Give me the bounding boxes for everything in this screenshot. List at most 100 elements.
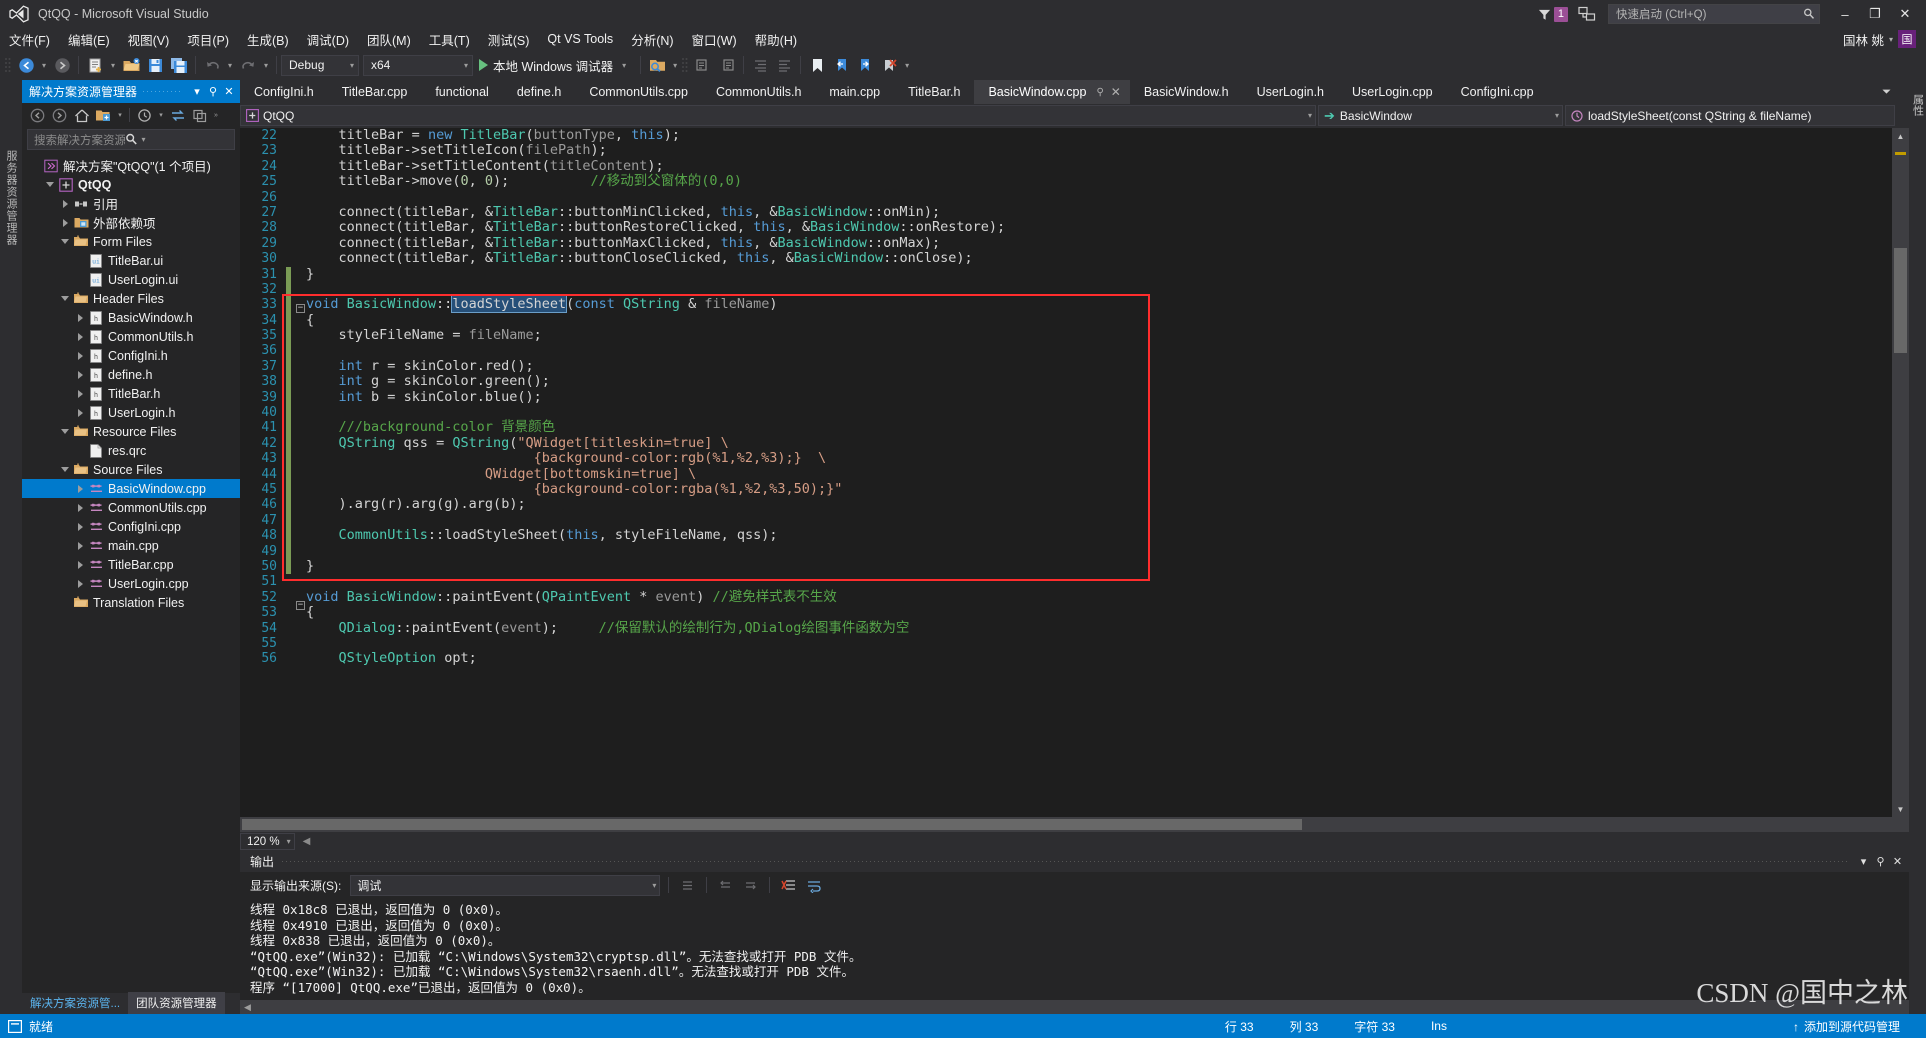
code-line[interactable]: 51 — [240, 574, 1892, 589]
collapse-arrow-icon[interactable] — [58, 296, 72, 301]
undo-icon[interactable] — [200, 53, 224, 77]
tree-item-res.qrc[interactable]: res.qrc — [22, 441, 240, 460]
scroll-thumb[interactable] — [242, 819, 1302, 830]
editor-tab-define-h[interactable]: define.h — [503, 80, 575, 104]
forward-icon[interactable] — [49, 105, 70, 125]
editor-tab-main-cpp[interactable]: main.cpp — [815, 80, 894, 104]
code-line[interactable]: 52 void BasicWindow::paintEvent(QPaintEve… — [240, 589, 1892, 605]
tree-item-configini.cpp[interactable]: ConfigIni.cpp — [22, 517, 240, 536]
code-line[interactable]: 47 — [240, 512, 1892, 529]
menu-item-tools[interactable]: 工具(T) — [420, 28, 479, 51]
code-line[interactable]: 25 titleBar->move(0, 0); //移动到父窗体的(0,0) — [240, 173, 1892, 189]
expand-arrow-icon[interactable] — [73, 351, 87, 360]
overflow-icon[interactable]: » — [211, 112, 221, 119]
tree-item-main.cpp[interactable]: main.cpp — [22, 536, 240, 555]
properties-icon[interactable] — [189, 105, 210, 125]
collapse-arrow-icon[interactable] — [58, 429, 72, 434]
undo-dropdown[interactable]: ▾ — [224, 54, 236, 76]
close-button[interactable]: ✕ — [1890, 1, 1920, 27]
tree-item-titlebar.cpp[interactable]: TitleBar.cpp — [22, 555, 240, 574]
menu-item-qt-vs-tools[interactable]: Qt VS Tools — [538, 30, 622, 48]
editor-tab-configini-cpp[interactable]: ConfigIni.cpp — [1447, 80, 1548, 104]
tab-solution-explorer[interactable]: 解决方案资源管... — [22, 992, 128, 1014]
tree-item--qtqq-1-[interactable]: 解决方案"QtQQ"(1 个项目) — [22, 156, 240, 175]
expand-arrow-icon[interactable] — [73, 560, 87, 569]
tree-item-userlogin.h[interactable]: h UserLogin.h — [22, 403, 240, 422]
code-line[interactable]: 24 titleBar->setTitleContent(titleConten… — [240, 158, 1892, 174]
code-line[interactable]: 35 styleFileName = fileName; — [240, 327, 1892, 344]
tree-item-commonutils.h[interactable]: h CommonUtils.h — [22, 327, 240, 346]
output-source-select[interactable]: 调试 ▾ — [350, 874, 661, 896]
menu-item-window[interactable]: 窗口(W) — [683, 28, 746, 51]
save-all-icon[interactable] — [167, 53, 191, 77]
collapse-arrow-icon[interactable] — [43, 182, 57, 187]
new-project-icon[interactable] — [83, 53, 107, 77]
panel-drag-handle[interactable] — [282, 861, 1847, 862]
server-explorer-tab[interactable]: 服务器资源管理器 — [3, 150, 19, 246]
chevron-down-icon[interactable]: ▾ — [115, 111, 125, 119]
scroll-up-icon[interactable]: ▲ — [1892, 128, 1909, 144]
open-file-icon[interactable] — [119, 53, 143, 77]
menu-item-test[interactable]: 测试(S) — [479, 28, 539, 51]
editor-tab-configini-h[interactable]: ConfigIni.h — [240, 80, 328, 104]
code-line[interactable]: 22 titleBar = new TitleBar(buttonType, t… — [240, 128, 1892, 143]
menu-item-edit[interactable]: 编辑(E) — [59, 28, 119, 51]
clear-bookmarks-icon[interactable] — [877, 53, 901, 77]
pin-icon[interactable]: ⚲ — [1872, 853, 1889, 871]
tree-item-titlebar.ui[interactable]: ui TitleBar.ui — [22, 251, 240, 270]
expand-arrow-icon[interactable] — [73, 579, 87, 588]
editor-tab-functional[interactable]: functional — [421, 80, 503, 104]
code-line[interactable]: 50} — [240, 558, 1892, 575]
menu-item-build[interactable]: 生成(B) — [238, 28, 298, 51]
code-line[interactable]: 41 ///background-color 背景颜色 — [240, 420, 1892, 436]
tree-item-resource-files[interactable]: Resource Files — [22, 422, 240, 441]
code-line[interactable]: 26 — [240, 190, 1892, 205]
code-line[interactable]: 48 CommonUtils::loadStyleSheet(this, sty… — [240, 527, 1892, 544]
expand-arrow-icon[interactable] — [73, 522, 87, 531]
go-to-next-icon[interactable] — [740, 875, 761, 895]
back-icon[interactable] — [27, 105, 48, 125]
tree-item-form-files[interactable]: Form Files — [22, 232, 240, 251]
menu-item-team[interactable]: 团队(M) — [358, 28, 420, 51]
editor-tab-commonutils-h[interactable]: CommonUtils.h — [702, 80, 815, 104]
toolbar-overflow-icon[interactable]: ▾ — [901, 54, 913, 76]
code-line[interactable]: 36 — [240, 343, 1892, 359]
refresh-icon[interactable] — [167, 105, 188, 125]
tree-item-source-files[interactable]: Source Files — [22, 460, 240, 479]
editor-tab-titlebar-cpp[interactable]: TitleBar.cpp — [328, 80, 422, 104]
menu-item-analyze[interactable]: 分析(N) — [622, 28, 682, 51]
expand-arrow-icon[interactable] — [73, 408, 87, 417]
editor-tab-titlebar-h[interactable]: TitleBar.h — [894, 80, 974, 104]
editor-tab-basicwindow-h[interactable]: BasicWindow.h — [1130, 80, 1243, 104]
code-line[interactable]: 56 QStyleOption opt; — [240, 651, 1892, 667]
navbar-member-select[interactable]: loadStyleSheet(const QString & fileName) — [1565, 105, 1895, 126]
feedback-icon[interactable] — [1578, 6, 1596, 22]
code-line[interactable]: 55 — [240, 636, 1892, 651]
comment-icon[interactable] — [691, 53, 715, 77]
tab-overflow-icon[interactable]: ⏷ — [1882, 86, 1891, 99]
expand-arrow-icon[interactable] — [58, 218, 72, 227]
menu-item-project[interactable]: 项目(P) — [178, 28, 238, 51]
previous-bookmark-icon[interactable] — [829, 53, 853, 77]
redo-dropdown[interactable]: ▾ — [260, 54, 272, 76]
code-line[interactable]: 44 QWidget[bottomskin=true] \ — [240, 466, 1892, 482]
pin-icon[interactable]: ⚲ — [205, 83, 221, 101]
tree-item-titlebar.h[interactable]: h TitleBar.h — [22, 384, 240, 403]
expand-arrow-icon[interactable] — [73, 484, 87, 493]
code-line[interactable]: 34 { — [240, 312, 1892, 329]
code-line[interactable]: 29 connect(titleBar, &TitleBar::buttonMa… — [240, 235, 1892, 251]
menu-item-file[interactable]: 文件(F) — [0, 28, 59, 51]
go-to-previous-icon[interactable] — [715, 875, 736, 895]
code-line[interactable]: 23 titleBar->setTitleIcon(filePath); — [240, 143, 1892, 159]
solution-configuration-select[interactable]: Debug ▾ — [281, 54, 359, 76]
new-project-dropdown[interactable]: ▾ — [107, 54, 119, 76]
restore-button[interactable]: ❐ — [1860, 1, 1890, 27]
menu-item-debug[interactable]: 调试(D) — [298, 28, 358, 51]
code-line[interactable]: 45 {background-color:rgba(%1,%2,%3,50);}… — [240, 481, 1892, 498]
chevron-down-icon[interactable]: ▾ — [618, 54, 630, 76]
collapse-arrow-icon[interactable] — [58, 467, 72, 472]
code-text-area[interactable]: 22 titleBar = new TitleBar(buttonType, t… — [240, 128, 1892, 817]
tree-item-commonutils.cpp[interactable]: CommonUtils.cpp — [22, 498, 240, 517]
user-account[interactable]: 国林 姚 ▾ 国 — [1843, 30, 1916, 49]
tree-item-userlogin.ui[interactable]: ui UserLogin.ui — [22, 270, 240, 289]
